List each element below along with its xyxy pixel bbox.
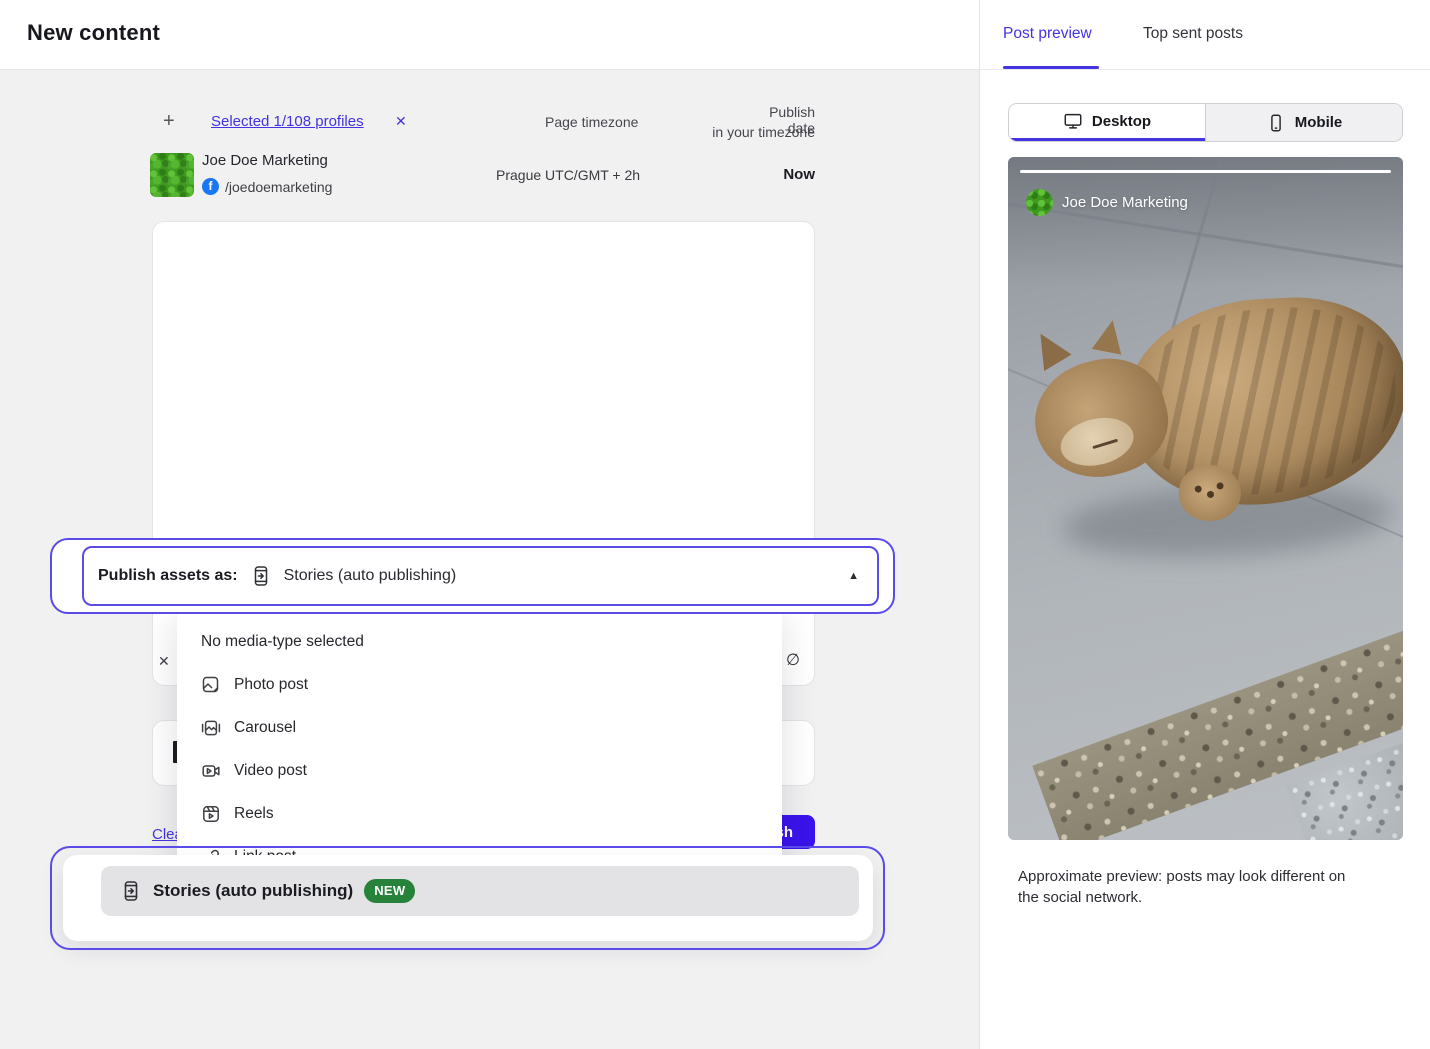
selected-option-focus-ring xyxy=(50,846,885,950)
publish-assets-label: Publish assets as: xyxy=(98,567,238,585)
publish-assets-value: Stories (auto publishing) xyxy=(284,567,457,585)
device-toggle: Desktop Mobile xyxy=(1008,103,1403,142)
mobile-toggle[interactable]: Mobile xyxy=(1205,104,1402,141)
add-profile-button[interactable]: + xyxy=(163,110,175,133)
reels-icon xyxy=(201,804,221,824)
stories-icon xyxy=(250,565,272,587)
preview-disclaimer: Approximate preview: posts may look diff… xyxy=(1018,866,1368,909)
page-timezone-label: Page timezone xyxy=(545,114,638,130)
cat-illustration xyxy=(1008,277,1403,598)
active-tab-underline xyxy=(1003,66,1099,69)
page-timezone-value: Prague UTC/GMT + 2h xyxy=(496,167,640,183)
monitor-icon xyxy=(1063,111,1083,131)
photo-icon xyxy=(201,675,221,695)
profile-avatar xyxy=(150,153,194,197)
story-avatar xyxy=(1026,189,1053,216)
paw-pad xyxy=(1216,482,1223,489)
menu-item-video-post[interactable]: Video post xyxy=(177,749,782,792)
left-header: New content xyxy=(0,0,980,70)
profiles-close-icon[interactable]: ✕ xyxy=(395,113,407,130)
mobile-label: Mobile xyxy=(1295,114,1343,131)
selected-profiles-link[interactable]: Selected 1/108 profiles xyxy=(211,113,364,130)
panel-divider xyxy=(979,0,980,1049)
page-title: New content xyxy=(27,20,160,46)
paw-pad xyxy=(1207,491,1214,498)
remove-icon[interactable]: ✕ xyxy=(158,653,170,670)
story-preview-image: Joe Doe Marketing xyxy=(1008,157,1403,840)
menu-item-carousel[interactable]: Carousel xyxy=(177,706,782,749)
publish-date-label-line2: in your timezone xyxy=(700,124,815,140)
phone-icon xyxy=(1266,113,1286,133)
menu-item-reels[interactable]: Reels xyxy=(177,792,782,835)
carousel-icon xyxy=(201,718,221,738)
menu-item-photo-post[interactable]: Photo post xyxy=(177,663,782,706)
tab-top-sent-posts[interactable]: Top sent posts xyxy=(1143,25,1243,43)
tab-post-preview[interactable]: Post preview xyxy=(1003,25,1092,43)
story-account-name: Joe Doe Marketing xyxy=(1062,194,1188,211)
publish-date-value[interactable]: Now xyxy=(745,166,815,183)
menu-item-no-media-type[interactable]: No media-type selected xyxy=(177,620,782,663)
cat-ear xyxy=(1027,325,1072,371)
video-icon xyxy=(201,761,221,781)
right-header-border xyxy=(980,69,1430,70)
profile-handle: /joedoemarketing xyxy=(225,179,332,195)
facebook-icon: f xyxy=(202,178,219,195)
paw-pad xyxy=(1195,485,1202,492)
story-progress-bar xyxy=(1020,170,1391,173)
desktop-label: Desktop xyxy=(1092,113,1151,130)
preview-top-shade xyxy=(1008,157,1403,287)
desktop-toggle[interactable]: Desktop xyxy=(1009,104,1205,141)
cat-ear xyxy=(1092,317,1128,354)
publish-assets-dropdown[interactable]: Publish assets as: Stories (auto publish… xyxy=(82,546,879,606)
media-type-menu: No media-type selected Photo post Carous… xyxy=(177,606,782,868)
profile-name: Joe Doe Marketing xyxy=(202,152,328,169)
chevron-up-icon[interactable]: ▲ xyxy=(848,570,859,582)
